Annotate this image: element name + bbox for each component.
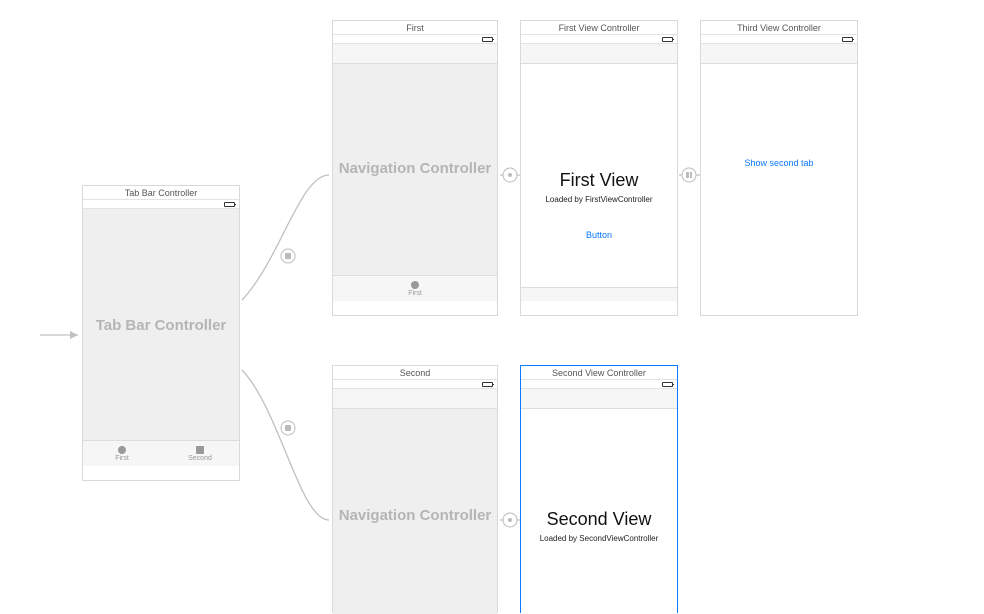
status-bar xyxy=(701,35,857,44)
tab-bar: First Second xyxy=(83,440,239,466)
circle-icon xyxy=(411,281,419,289)
status-bar xyxy=(83,200,239,209)
battery-icon xyxy=(482,37,493,42)
scene-third-view-controller[interactable]: Third View Controller Show second tab xyxy=(700,20,858,316)
battery-icon xyxy=(842,37,853,42)
navigation-bar xyxy=(701,44,857,64)
scene-title: Second xyxy=(333,366,497,380)
status-bar xyxy=(333,380,497,389)
tab-bar xyxy=(521,287,677,301)
view-heading: Second View xyxy=(521,509,677,530)
view-subheading: Loaded by FirstViewController xyxy=(521,195,677,204)
scene-title: First xyxy=(333,21,497,35)
status-bar xyxy=(521,380,677,389)
tab-bar: First xyxy=(333,275,497,301)
status-bar xyxy=(521,35,677,44)
tab-item-label: First xyxy=(115,455,129,462)
placeholder-title: Navigation Controller xyxy=(333,160,497,177)
scene-title: Second View Controller xyxy=(521,366,677,380)
tab-item-label: Second xyxy=(188,455,212,462)
view-heading: First View xyxy=(521,170,677,191)
navigation-bar xyxy=(333,44,497,64)
navigation-bar xyxy=(521,44,677,64)
navigation-bar xyxy=(521,389,677,409)
navigation-bar xyxy=(333,389,497,409)
circle-icon xyxy=(118,446,126,454)
battery-icon xyxy=(482,382,493,387)
battery-icon xyxy=(662,382,673,387)
battery-icon xyxy=(224,202,235,207)
tab-item-label: First xyxy=(408,290,422,297)
button[interactable]: Button xyxy=(521,230,677,240)
scene-first-view-controller[interactable]: First View Controller First View Loaded … xyxy=(520,20,678,316)
scene-nav-first[interactable]: First Navigation Controller First xyxy=(332,20,498,316)
scene-title: Third View Controller xyxy=(701,21,857,35)
scene-second-view-controller[interactable]: Second View Controller Second View Loade… xyxy=(520,365,678,613)
placeholder-title: Tab Bar Controller xyxy=(83,317,239,334)
tab-item-first[interactable]: First xyxy=(83,441,161,466)
tab-item-first[interactable]: First xyxy=(333,276,497,301)
show-second-tab-button[interactable]: Show second tab xyxy=(701,158,857,168)
placeholder-title: Navigation Controller xyxy=(333,507,497,524)
scene-title: Tab Bar Controller xyxy=(83,186,239,200)
scene-nav-second[interactable]: Second Navigation Controller xyxy=(332,365,498,613)
view-subheading: Loaded by SecondViewController xyxy=(521,534,677,543)
scene-title: First View Controller xyxy=(521,21,677,35)
scene-tab-bar-controller[interactable]: Tab Bar Controller Tab Bar Controller Fi… xyxy=(82,185,240,481)
tab-item-second[interactable]: Second xyxy=(161,441,239,466)
status-bar xyxy=(333,35,497,44)
square-icon xyxy=(196,446,204,454)
battery-icon xyxy=(662,37,673,42)
